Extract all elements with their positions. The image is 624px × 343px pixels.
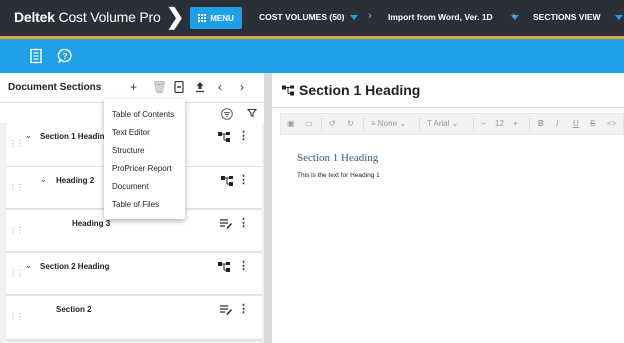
section-row[interactable]: ⋮⋮ ⌄ Section 2 Heading ⋮ bbox=[6, 253, 262, 295]
drag-handle-icon[interactable]: ⋮⋮ bbox=[9, 139, 24, 148]
font-value: Arial bbox=[433, 119, 450, 128]
toolbar-divider bbox=[529, 118, 530, 131]
menu-item-table-of-files[interactable]: Table of Files bbox=[112, 200, 159, 209]
trash-icon[interactable]: 🗑 bbox=[152, 81, 167, 93]
chevron-down-icon bbox=[614, 14, 623, 20]
font-size-value[interactable]: 12 bbox=[495, 119, 504, 128]
structure-icon[interactable] bbox=[218, 262, 230, 272]
logo-brand: Deltek bbox=[14, 9, 55, 25]
strikethrough-button[interactable]: S bbox=[590, 119, 595, 128]
more-options-icon[interactable]: ⋮ bbox=[238, 261, 249, 272]
top-bar: Deltek Cost Volume Pro ❯ MENU COST VOLUM… bbox=[0, 0, 624, 36]
cost-volumes-dropdown[interactable]: COST VOLUMES (50) bbox=[259, 12, 359, 22]
edit-text-icon[interactable] bbox=[220, 219, 232, 229]
menu-item-structure[interactable]: Structure bbox=[112, 146, 144, 155]
cost-volumes-label: COST VOLUMES (50) bbox=[259, 12, 345, 22]
menu-button[interactable]: MENU bbox=[190, 7, 242, 29]
menu-item-text-editor[interactable]: Text Editor bbox=[112, 128, 150, 137]
toolbar-divider bbox=[473, 118, 474, 131]
svg-text:?: ? bbox=[63, 52, 68, 61]
bold-button[interactable]: B bbox=[538, 119, 544, 128]
breadcrumb-separator-icon: › bbox=[368, 10, 372, 22]
chevron-left-icon[interactable]: ‹ bbox=[218, 81, 222, 93]
panel-title: Document Sections bbox=[8, 82, 102, 93]
chevron-right-icon[interactable]: › bbox=[240, 81, 244, 93]
section-row[interactable]: ⋮⋮ Section 2 ⋮ bbox=[6, 296, 262, 340]
drag-handle-icon[interactable]: ⋮⋮ bbox=[9, 269, 24, 278]
row-label: Heading 3 bbox=[72, 219, 111, 228]
font-select[interactable]: T Arial ⌄ bbox=[427, 119, 458, 128]
add-icon[interactable]: + bbox=[130, 81, 137, 93]
view-dropdown[interactable]: SECTIONS VIEW bbox=[533, 12, 623, 22]
row-label: Section 2 bbox=[56, 305, 92, 314]
drag-handle-icon[interactable]: ⋮⋮ bbox=[9, 226, 24, 235]
action-bar: ? bbox=[0, 39, 624, 73]
editor-heading[interactable]: Section 1 Heading bbox=[297, 152, 378, 164]
more-options-icon[interactable]: ⋮ bbox=[238, 304, 249, 315]
font-size-decrease-icon[interactable]: − bbox=[481, 119, 486, 128]
more-options-icon[interactable]: ⋮ bbox=[238, 175, 249, 186]
filter-icon[interactable] bbox=[247, 108, 257, 118]
structure-icon[interactable] bbox=[218, 132, 230, 142]
editor-text[interactable]: This is the text for Heading 1 bbox=[297, 172, 380, 179]
grid-icon bbox=[198, 14, 207, 22]
editor-toolbar: ▣ ▭ ↺ ↻ ≡ None ⌄ T Arial ⌄ − 12 + B I U … bbox=[280, 113, 624, 135]
document-list-icon[interactable] bbox=[28, 48, 44, 64]
menu-label: MENU bbox=[210, 13, 234, 23]
edit-text-icon[interactable] bbox=[220, 305, 232, 315]
chevron-down-icon[interactable]: ⌄ bbox=[25, 261, 32, 270]
logo-product: Cost Volume Pro bbox=[58, 9, 161, 25]
italic-button[interactable]: I bbox=[556, 119, 558, 128]
structure-icon bbox=[282, 85, 294, 96]
import-label: Import from Word, Ver. 1D bbox=[388, 12, 493, 22]
panel-splitter[interactable] bbox=[264, 73, 272, 343]
menu-item-propricer-report[interactable]: ProPricer Report bbox=[112, 164, 172, 173]
chevron-down-icon[interactable]: ⌄ bbox=[25, 131, 32, 140]
underline-button[interactable]: U bbox=[573, 119, 579, 128]
section-title: Section 1 Heading bbox=[299, 82, 421, 98]
undo-icon[interactable]: ↺ bbox=[329, 119, 336, 128]
save-icon[interactable]: ▣ bbox=[287, 119, 295, 128]
view-label: SECTIONS VIEW bbox=[533, 12, 601, 22]
drag-handle-icon[interactable]: ⋮⋮ bbox=[9, 312, 24, 321]
mobile-icon[interactable] bbox=[174, 81, 184, 93]
logo-chevron-icon: ❯ bbox=[166, 4, 185, 29]
breadcrumb-separator-icon: › bbox=[512, 10, 516, 22]
more-options-icon[interactable]: ⋮ bbox=[238, 131, 249, 142]
app-logo: Deltek Cost Volume Pro bbox=[14, 9, 161, 25]
row-label: Section 1 Heading bbox=[40, 132, 110, 141]
sort-icon[interactable] bbox=[221, 108, 233, 120]
menu-item-document[interactable]: Document bbox=[112, 182, 148, 191]
chevron-down-icon[interactable]: ⌄ bbox=[40, 175, 47, 184]
font-size-increase-icon[interactable]: + bbox=[513, 119, 518, 128]
structure-icon[interactable] bbox=[221, 176, 233, 186]
paragraph-style-value: None bbox=[377, 119, 398, 128]
drag-handle-icon[interactable]: ⋮⋮ bbox=[9, 183, 24, 192]
upload-icon[interactable] bbox=[195, 81, 205, 93]
divider bbox=[272, 107, 624, 108]
menu-item-table-of-contents[interactable]: Table of Contents bbox=[112, 110, 174, 119]
code-button[interactable]: <> bbox=[607, 119, 616, 128]
section-editor-panel: Section 1 Heading ▣ ▭ ↺ ↻ ≡ None ⌄ T Ari… bbox=[272, 73, 624, 343]
row-label: Section 2 Heading bbox=[40, 262, 110, 271]
more-options-icon[interactable]: ⋮ bbox=[238, 218, 249, 229]
toolbar-divider bbox=[363, 118, 364, 131]
row-label: Heading 2 bbox=[56, 176, 95, 185]
chevron-down-icon bbox=[350, 14, 359, 20]
folder-icon[interactable]: ▭ bbox=[305, 119, 313, 128]
redo-icon[interactable]: ↻ bbox=[347, 119, 354, 128]
toolbar-divider bbox=[321, 118, 322, 131]
paragraph-style-select[interactable]: ≡ None ⌄ bbox=[371, 119, 406, 128]
toolbar-divider bbox=[419, 118, 420, 131]
help-icon[interactable]: ? bbox=[57, 48, 73, 64]
add-section-menu: Table of Contents Text Editor Structure … bbox=[104, 99, 185, 219]
import-dropdown[interactable]: Import from Word, Ver. 1D bbox=[388, 12, 519, 22]
